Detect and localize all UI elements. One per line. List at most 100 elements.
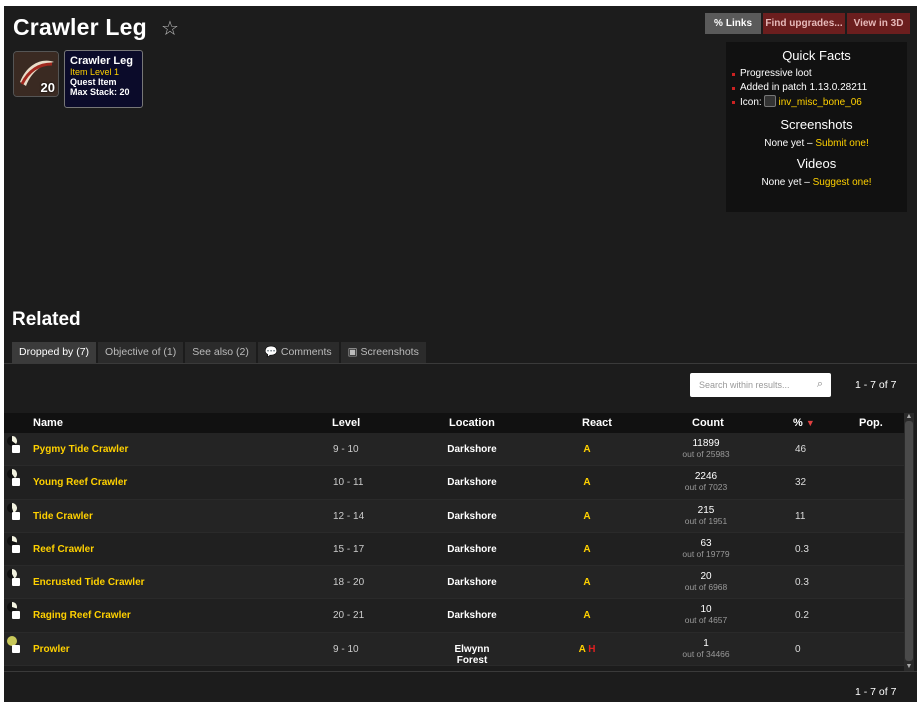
npc-location-link[interactable]: Darkshore bbox=[444, 444, 500, 455]
npc-location-link[interactable]: Darkshore bbox=[444, 544, 500, 555]
related-tabs: Dropped by (7) Objective of (1) See also… bbox=[12, 342, 426, 363]
npc-level: 18 - 20 bbox=[333, 577, 365, 589]
row-checkbox[interactable] bbox=[12, 445, 20, 453]
col-count[interactable]: Count bbox=[692, 417, 724, 429]
videos-none: None yet – Suggest one! bbox=[726, 177, 907, 188]
drop-count-value: 10 bbox=[700, 604, 712, 616]
link-icon: % bbox=[713, 18, 723, 29]
col-level[interactable]: Level bbox=[332, 417, 360, 429]
npc-react: A bbox=[567, 577, 607, 588]
react-alliance: A bbox=[583, 510, 591, 522]
quick-facts-panel: Quick Facts Progressive loot Added in pa… bbox=[726, 42, 907, 212]
scroll-up-icon[interactable]: ▲ bbox=[904, 413, 914, 421]
npc-location-link[interactable]: Elwynn Forest bbox=[444, 644, 500, 666]
drop-count-total: out of 19779 bbox=[682, 548, 730, 559]
search-placeholder: Search within results... bbox=[699, 380, 790, 390]
icon-name-link[interactable]: inv_misc_bone_06 bbox=[778, 97, 861, 108]
tab-screenshots[interactable]: ▣ Screenshots bbox=[340, 342, 426, 363]
drop-count-total: out of 1951 bbox=[684, 515, 728, 526]
npc-name-link[interactable]: Young Reef Crawler bbox=[33, 477, 127, 488]
tab-objective-of[interactable]: Objective of (1) bbox=[98, 342, 184, 363]
scroll-thumb[interactable] bbox=[905, 421, 913, 661]
table-row[interactable]: Young Reef Crawler 10 - 11 Darkshore A 2246… bbox=[4, 466, 904, 500]
react-alliance: A bbox=[578, 643, 586, 655]
npc-location-link[interactable]: Darkshore bbox=[444, 610, 500, 621]
pager-top: 1 - 7 of 7 bbox=[855, 379, 897, 391]
col-react[interactable]: React bbox=[582, 417, 612, 429]
row-checkbox[interactable] bbox=[12, 478, 20, 487]
item-icon[interactable]: 20 bbox=[13, 51, 59, 97]
fact-icon: Icon: inv_misc_bone_06 bbox=[732, 95, 907, 110]
drop-count-value: 1 bbox=[703, 637, 709, 649]
col-pop[interactable]: Pop. bbox=[859, 417, 883, 429]
table-row[interactable]: Encrusted Tide Crawler 18 - 20 Darkshore A … bbox=[4, 566, 904, 600]
npc-name-link[interactable]: Reef Crawler bbox=[33, 544, 94, 555]
quick-facts-title: Quick Facts bbox=[782, 48, 851, 63]
drop-count-value: 2246 bbox=[694, 471, 718, 483]
npc-name-link[interactable]: Prowler bbox=[33, 644, 70, 655]
npc-name-link[interactable]: Raging Reef Crawler bbox=[33, 610, 131, 621]
fact-progressive-loot: Progressive loot bbox=[732, 67, 907, 81]
npc-react: A H bbox=[567, 644, 607, 655]
quick-facts-list: Progressive loot Added in patch 1.13.0.2… bbox=[732, 67, 907, 110]
npc-name-link[interactable]: Encrusted Tide Crawler bbox=[33, 577, 145, 588]
row-checkbox[interactable] bbox=[12, 611, 20, 620]
tooltip-max-stack: Max Stack: 20 bbox=[70, 87, 130, 97]
screenshots-none-text: None yet – bbox=[764, 138, 816, 149]
table-row[interactable]: Reef Crawler 15 - 17 Darkshore A 63 out of 1… bbox=[4, 532, 904, 567]
react-alliance: A bbox=[583, 577, 591, 589]
row-checkbox[interactable] bbox=[12, 644, 20, 653]
drop-count: 2246 out of 7023 bbox=[672, 471, 740, 493]
table-row[interactable]: Pygmy Tide Crawler 9 - 10 Darkshore A 11899… bbox=[4, 433, 904, 467]
npc-level: 12 - 14 bbox=[333, 510, 365, 522]
tab-dropped-by[interactable]: Dropped by (7) bbox=[12, 342, 97, 363]
tab-see-also[interactable]: See also (2) bbox=[185, 342, 256, 363]
main-panel: Crawler Leg ☆ % Links Find upgrades... Vi… bbox=[4, 6, 917, 702]
star-icon[interactable]: ☆ bbox=[161, 16, 179, 41]
comments-icon: 💬 bbox=[264, 346, 281, 358]
view-in-3d-button[interactable]: View in 3D bbox=[847, 13, 910, 34]
row-checkbox[interactable] bbox=[12, 578, 20, 587]
npc-name-link[interactable]: Tide Crawler bbox=[33, 511, 93, 522]
tab-screenshots-label: Screenshots bbox=[360, 346, 419, 358]
drop-count: 1 out of 34466 bbox=[672, 638, 740, 660]
submit-screenshot-link[interactable]: Submit one! bbox=[815, 138, 868, 149]
row-checkbox[interactable] bbox=[12, 544, 20, 553]
npc-level: 9 - 10 bbox=[333, 643, 359, 655]
table-row[interactable]: Prowler 9 - 10 Elwynn Forest A H 1 out of 344… bbox=[4, 632, 904, 667]
drop-percent: 0.3 bbox=[795, 577, 809, 589]
table-row[interactable]: Tide Crawler 12 - 14 Darkshore A 215 out of … bbox=[4, 499, 904, 533]
table-header: Name Level Location React Count % ▼ Pop. bbox=[4, 413, 904, 433]
image-icon: ▣ bbox=[347, 346, 361, 358]
links-button[interactable]: % Links bbox=[705, 13, 761, 34]
npc-name-link[interactable]: Pygmy Tide Crawler bbox=[33, 444, 128, 455]
tab-divider bbox=[4, 363, 917, 364]
tab-comments[interactable]: 💬 Comments bbox=[257, 342, 339, 363]
col-location[interactable]: Location bbox=[449, 417, 495, 429]
drop-count-total: out of 25983 bbox=[682, 449, 730, 459]
find-upgrades-button[interactable]: Find upgrades... bbox=[763, 13, 845, 34]
drop-percent: 11 bbox=[795, 510, 806, 522]
page: Crawler Leg ☆ % Links Find upgrades... Vi… bbox=[0, 0, 918, 708]
search-icon[interactable]: ⌕ bbox=[817, 378, 823, 391]
screenshots-none: None yet – Submit one! bbox=[726, 138, 907, 149]
row-checkbox[interactable] bbox=[12, 511, 20, 520]
scroll-down-icon[interactable]: ▼ bbox=[904, 663, 914, 671]
screenshots-heading: Screenshots bbox=[780, 117, 853, 132]
react-alliance: A bbox=[583, 610, 591, 622]
suggest-video-link[interactable]: Suggest one! bbox=[813, 177, 872, 188]
col-name[interactable]: Name bbox=[33, 417, 63, 429]
npc-location-link[interactable]: Darkshore bbox=[444, 477, 500, 488]
npc-react: A bbox=[567, 477, 607, 488]
npc-location-link[interactable]: Darkshore bbox=[444, 511, 500, 522]
table-row[interactable]: Raging Reef Crawler 20 - 21 Darkshore A 10 o… bbox=[4, 599, 904, 633]
drop-count-total: out of 34466 bbox=[682, 648, 730, 659]
table-scrollbar[interactable]: ▲ ▼ bbox=[904, 413, 914, 671]
drop-count-total: out of 6968 bbox=[684, 582, 728, 593]
drop-count: 20 out of 6968 bbox=[672, 571, 740, 593]
col-percent[interactable]: % ▼ bbox=[793, 417, 815, 429]
npc-location-link[interactable]: Darkshore bbox=[444, 577, 500, 588]
fact-added-patch: Added in patch 1.13.0.28211 bbox=[732, 81, 907, 95]
search-input[interactable]: Search within results... ⌕ bbox=[690, 373, 831, 397]
tab-comments-label: Comments bbox=[280, 346, 332, 358]
